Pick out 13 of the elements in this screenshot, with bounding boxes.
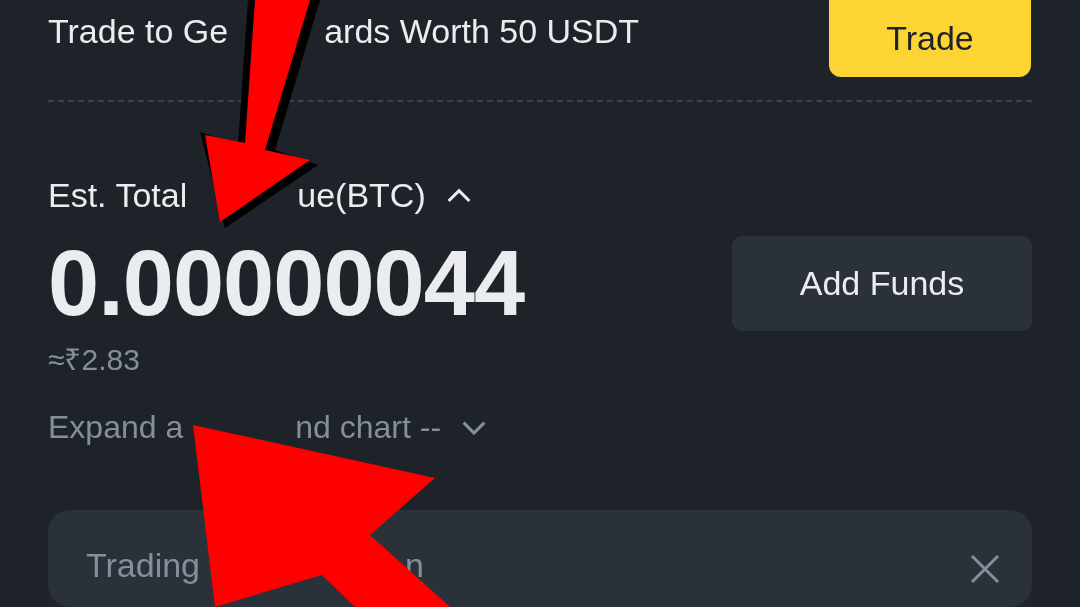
trade-button[interactable]: Trade (829, 0, 1031, 77)
notice-title: Trading (86, 546, 201, 585)
close-icon[interactable] (970, 554, 1000, 584)
promo-text: Trade to Ge (48, 12, 229, 51)
chevron-icon[interactable] (445, 187, 472, 204)
promo-text: ards Worth 50 USDT (324, 12, 640, 51)
fiat-value: ≈₹2.83 (48, 342, 141, 378)
chart-toggle-text[interactable]: nd chart -- (295, 409, 442, 446)
chart-toggle-text[interactable]: Expand a (48, 409, 184, 446)
add-funds-button[interactable]: Add Funds (732, 236, 1032, 331)
balance-value: 0.00000044 (48, 231, 525, 336)
balance-label: Est. Total (48, 176, 188, 215)
balance-label: ue(BTC) (297, 176, 426, 215)
